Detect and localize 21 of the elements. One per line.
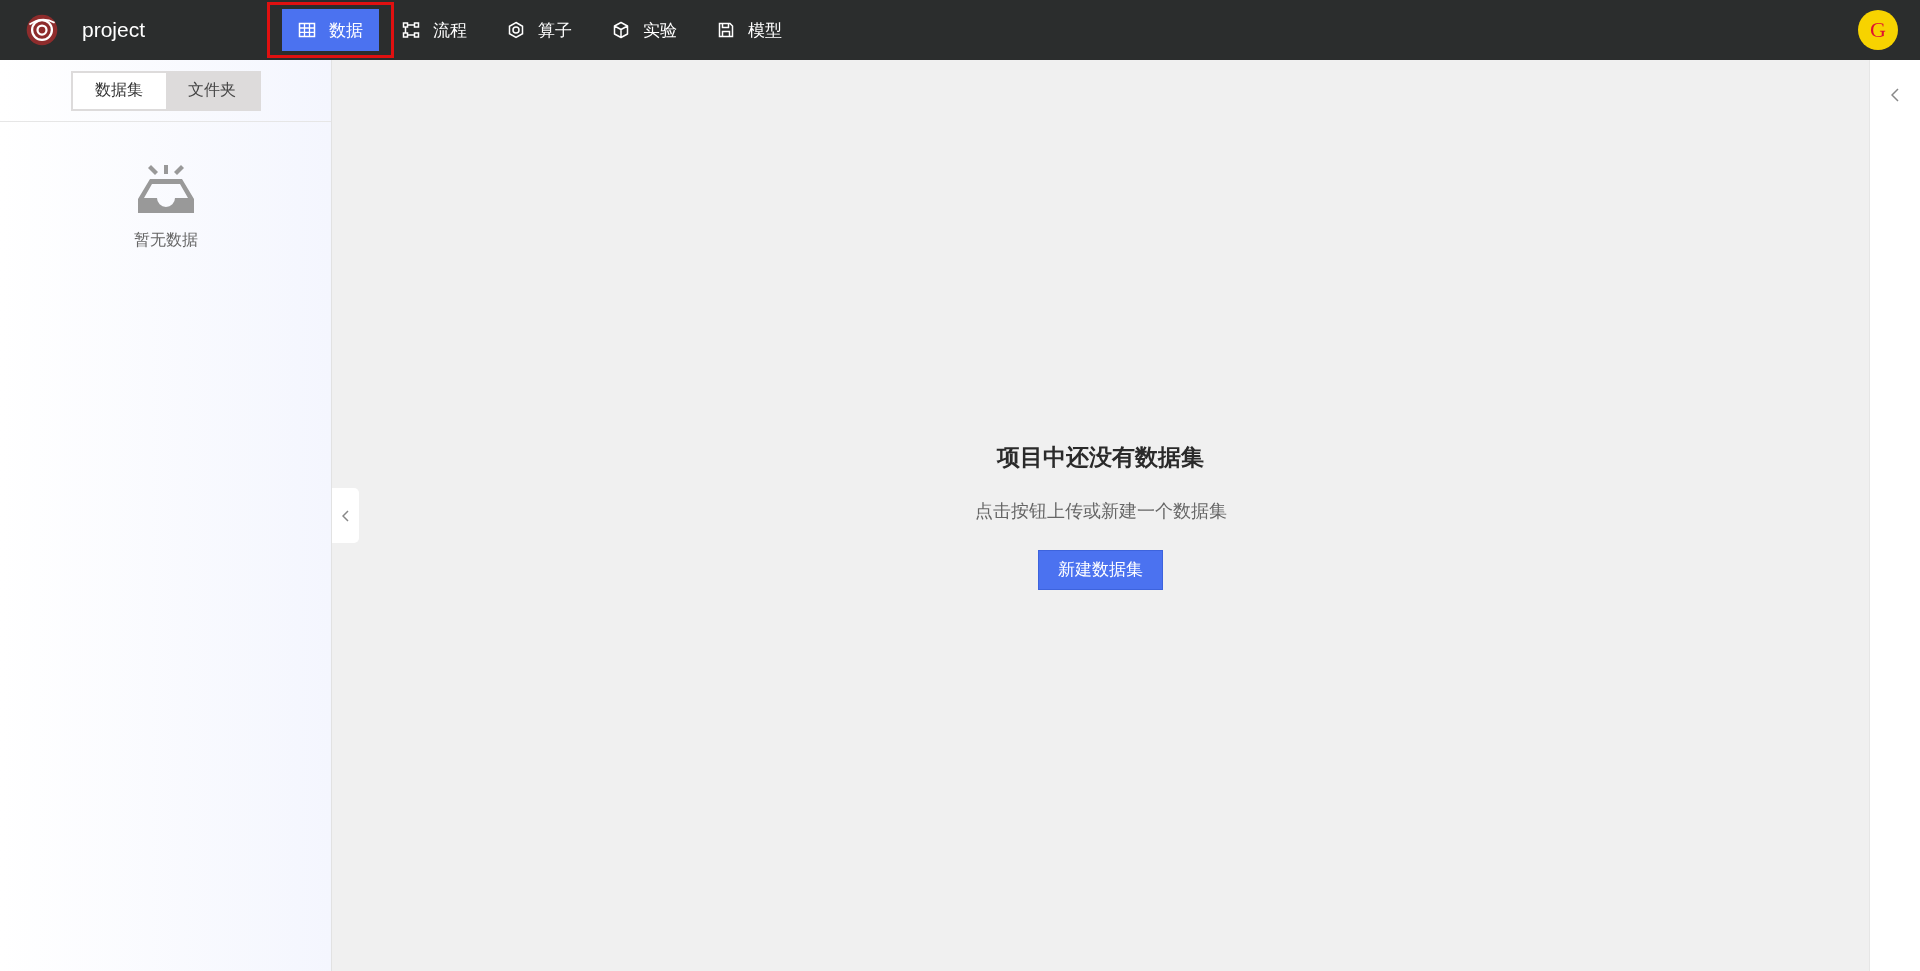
nav-tab[interactable]: 实验 — [596, 9, 694, 51]
empty-inbox-icon — [137, 165, 194, 213]
segment-tab[interactable]: 文件夹 — [165, 72, 259, 109]
chevron-left-icon — [341, 509, 350, 522]
nav-tab[interactable]: 模型 — [701, 9, 799, 51]
cube-icon — [612, 21, 631, 39]
collapse-handle[interactable] — [332, 488, 359, 543]
project-name: project — [82, 18, 146, 42]
nav-tab[interactable]: 流程 — [386, 9, 484, 51]
new-dataset-button[interactable]: 新建数据集 — [1038, 549, 1163, 590]
table-icon — [298, 21, 317, 39]
empty-message: 暂无数据 — [133, 230, 198, 251]
hexagon-icon — [507, 21, 526, 39]
segment-tab[interactable]: 数据集 — [72, 72, 166, 109]
chevron-left-icon — [1891, 88, 1899, 102]
flow-icon — [402, 21, 421, 39]
empty-hint: 点击按钮上传或新建一个数据集 — [974, 498, 1227, 523]
nav-tab[interactable]: 数据 — [282, 9, 380, 51]
empty-title: 项目中还没有数据集 — [997, 442, 1204, 472]
nav-tab[interactable]: 算子 — [491, 9, 589, 51]
logo-icon — [24, 12, 60, 48]
